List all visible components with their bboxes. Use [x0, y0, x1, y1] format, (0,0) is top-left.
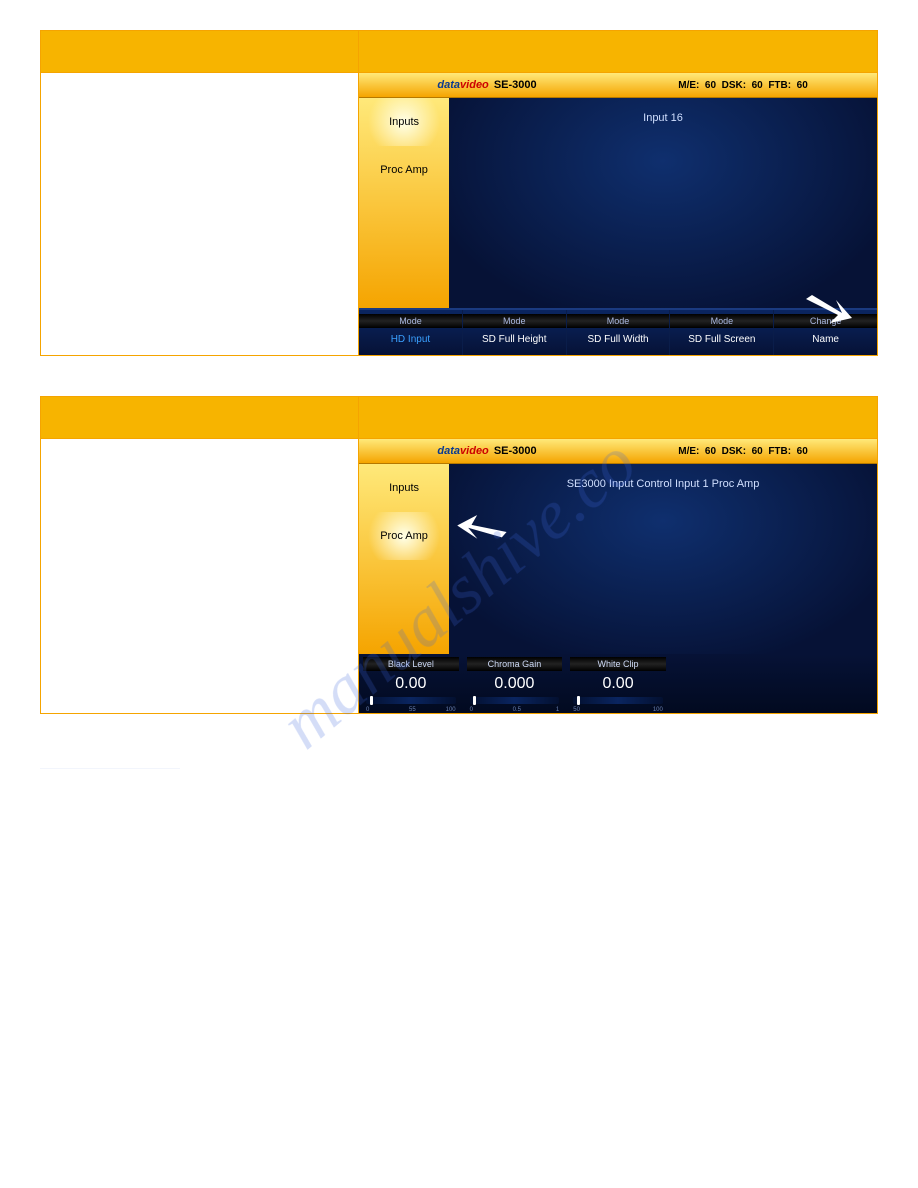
bottom-label: Change	[774, 314, 877, 328]
faint-link[interactable]	[40, 756, 180, 770]
bottom-label: Mode	[359, 314, 462, 328]
section-2-right-cell: datavideo SE-3000 M/E: 60 DSK: 60 FTB: 6…	[359, 439, 878, 714]
proc-slider[interactable]: 50 100	[573, 697, 663, 704]
switcher-status: M/E: 60 DSK: 60 FTB: 60	[615, 446, 877, 457]
slider-tick-max: 100	[446, 707, 456, 713]
sidebar-item-inputs[interactable]: Inputs	[359, 98, 449, 146]
status-me-value: 60	[705, 80, 716, 91]
sidebar-item-inputs[interactable]: Inputs	[359, 464, 449, 512]
status-ftb-label: FTB:	[768, 446, 791, 457]
main-area: Input 16	[449, 98, 877, 308]
section-1-header-left	[41, 31, 359, 73]
section-2-table: datavideo SE-3000 M/E: 60 DSK: 60 FTB: 6…	[40, 396, 878, 714]
slider-tick-mid: 55	[409, 707, 416, 713]
bottom-cell-hd-input[interactable]: Mode HD Input	[359, 310, 463, 355]
bottom-cell-sd-full-width[interactable]: Mode SD Full Width	[567, 310, 671, 355]
sidebar: Inputs Proc Amp	[359, 464, 449, 654]
slider-tick-mid: 0.5	[513, 707, 521, 713]
switcher-status: M/E: 60 DSK: 60 FTB: 60	[615, 80, 877, 91]
section-1-right-cell: datavideo SE-3000 M/E: 60 DSK: 60 FTB: 6…	[359, 73, 878, 356]
status-me-label: M/E:	[678, 80, 699, 91]
proc-slider[interactable]: 0 0.5 1	[470, 697, 560, 704]
status-dsk-value: 60	[752, 446, 763, 457]
bottom-value: Name	[774, 334, 877, 345]
arrow-icon	[456, 508, 510, 549]
logo-data: data	[437, 445, 460, 457]
proc-label: Black Level	[363, 657, 459, 671]
section-2-left-cell	[41, 439, 359, 714]
bottom-label: Mode	[670, 314, 773, 328]
logo-model: SE-3000	[494, 79, 537, 91]
bottom-value: HD Input	[359, 334, 462, 345]
bottom-cell-change-name[interactable]: Change Name	[774, 310, 877, 355]
switcher-screenshot-2: datavideo SE-3000 M/E: 60 DSK: 60 FTB: 6…	[359, 439, 877, 713]
proc-label: Chroma Gain	[467, 657, 563, 671]
main-title: SE3000 Input Control Input 1 Proc Amp	[449, 478, 877, 490]
switcher-logo: datavideo SE-3000	[359, 79, 615, 91]
section-2-header-left	[41, 397, 359, 439]
status-me-value: 60	[705, 446, 716, 457]
section-1-left-cell	[41, 73, 359, 356]
switcher-title-bar: datavideo SE-3000 M/E: 60 DSK: 60 FTB: 6…	[359, 439, 877, 464]
slider-tick-min: 0	[366, 707, 369, 713]
section-2-header-right	[359, 397, 878, 439]
status-dsk-label: DSK:	[722, 446, 746, 457]
switcher-screenshot-1: datavideo SE-3000 M/E: 60 DSK: 60 FTB: 6…	[359, 73, 877, 355]
proc-value: 0.00	[363, 671, 459, 695]
slider-tick-max: 100	[653, 707, 663, 713]
proc-value: 0.000	[467, 671, 563, 695]
status-dsk-label: DSK:	[722, 80, 746, 91]
bottom-label: Mode	[463, 314, 566, 328]
switcher-logo: datavideo SE-3000	[359, 445, 615, 457]
logo-video: video	[460, 79, 489, 91]
logo-video: video	[460, 445, 489, 457]
main-title: Input 16	[449, 112, 877, 124]
slider-tick-max: 1	[556, 707, 559, 713]
bottom-row: Mode HD Input Mode SD Full Height Mode S…	[359, 308, 877, 355]
proc-label: White Clip	[570, 657, 666, 671]
switcher-body: Inputs Proc Amp SE3000 Input Control Inp…	[359, 464, 877, 654]
bottom-cell-sd-full-screen[interactable]: Mode SD Full Screen	[670, 310, 774, 355]
proc-row: Black Level 0.00 0 55 100 Chroma Gain 0.…	[359, 654, 877, 713]
proc-value: 0.00	[570, 671, 666, 695]
switcher-body: Inputs Proc Amp Input 16	[359, 98, 877, 308]
status-ftb-label: FTB:	[768, 80, 791, 91]
main-area: SE3000 Input Control Input 1 Proc Amp	[449, 464, 877, 654]
status-dsk-value: 60	[752, 80, 763, 91]
sidebar: Inputs Proc Amp	[359, 98, 449, 308]
proc-cell-black-level[interactable]: Black Level 0.00 0 55 100	[359, 654, 463, 707]
bottom-cell-sd-full-height[interactable]: Mode SD Full Height	[463, 310, 567, 355]
bottom-value: SD Full Height	[463, 334, 566, 345]
slider-tick-min: 0	[470, 707, 473, 713]
proc-cell-empty-1	[670, 654, 774, 707]
status-ftb-value: 60	[797, 80, 808, 91]
bottom-value: SD Full Width	[567, 334, 670, 345]
status-me-label: M/E:	[678, 446, 699, 457]
logo-model: SE-3000	[494, 445, 537, 457]
section-1-header-right	[359, 31, 878, 73]
logo-data: data	[437, 79, 460, 91]
switcher-title-bar: datavideo SE-3000 M/E: 60 DSK: 60 FTB: 6…	[359, 73, 877, 98]
slider-tick-min: 50	[573, 707, 580, 713]
bottom-label: Mode	[567, 314, 670, 328]
proc-cell-empty-2	[773, 654, 877, 707]
status-ftb-value: 60	[797, 446, 808, 457]
proc-slider[interactable]: 0 55 100	[366, 697, 456, 704]
sidebar-item-procamp[interactable]: Proc Amp	[359, 146, 449, 194]
proc-cell-chroma-gain[interactable]: Chroma Gain 0.000 0 0.5 1	[463, 654, 567, 707]
sidebar-item-procamp[interactable]: Proc Amp	[359, 512, 449, 560]
section-1-table: datavideo SE-3000 M/E: 60 DSK: 60 FTB: 6…	[40, 30, 878, 356]
proc-cell-white-clip[interactable]: White Clip 0.00 50 100	[566, 654, 670, 707]
bottom-value: SD Full Screen	[670, 334, 773, 345]
